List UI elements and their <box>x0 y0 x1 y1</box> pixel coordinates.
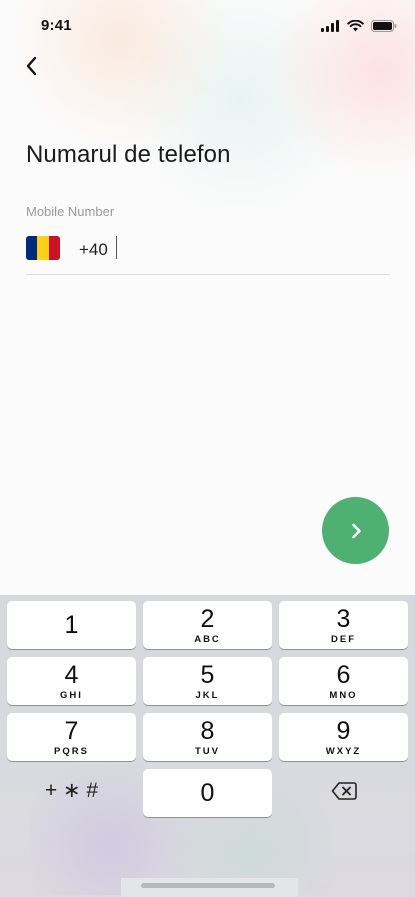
battery-icon <box>371 20 397 32</box>
symbols-key[interactable]: + ∗ # <box>7 767 136 815</box>
country-code: +40 <box>79 240 108 259</box>
chevron-left-icon <box>26 56 37 76</box>
key-1[interactable]: 1 <box>7 601 136 649</box>
text-cursor <box>116 236 117 259</box>
key-1-digit: 1 <box>64 611 79 639</box>
status-time: 9:41 <box>41 17 72 34</box>
key-8-digit: 8 <box>200 717 215 745</box>
flag-stripe-red <box>48 236 60 260</box>
page-title: Numarul de telefon <box>26 141 231 168</box>
key-3[interactable]: 3 DEF <box>279 601 408 649</box>
next-button[interactable] <box>322 497 389 564</box>
key-0-digit: 0 <box>200 779 215 807</box>
signal-icon <box>321 20 339 32</box>
key-5-digit: 5 <box>200 661 215 689</box>
key-8-letters: TUV <box>195 746 220 757</box>
key-7-letters: PQRS <box>54 746 89 757</box>
key-6-digit: 6 <box>336 661 351 689</box>
home-indicator[interactable] <box>141 883 275 888</box>
phone-number-row: +40 <box>26 232 390 274</box>
key-2-digit: 2 <box>200 605 215 633</box>
key-7-digit: 7 <box>64 717 79 745</box>
status-bar: 9:41 <box>0 0 415 50</box>
key-2-letters: ABC <box>194 634 221 645</box>
key-4-digit: 4 <box>64 661 79 689</box>
phone-number-input[interactable] <box>121 234 385 264</box>
key-9-letters: WXYZ <box>325 746 362 757</box>
key-4-letters: GHI <box>60 690 83 701</box>
key-3-digit: 3 <box>336 605 351 633</box>
delete-key[interactable] <box>279 767 408 815</box>
key-9[interactable]: 9 WXYZ <box>279 713 408 761</box>
status-icons <box>321 20 397 32</box>
flag-stripe-blue <box>26 236 38 260</box>
key-5-letters: JKL <box>195 690 220 701</box>
key-5[interactable]: 5 JKL <box>143 657 272 705</box>
key-2[interactable]: 2 ABC <box>143 601 272 649</box>
key-9-digit: 9 <box>336 717 351 745</box>
key-6-letters: MNO <box>329 690 358 701</box>
wifi-icon <box>347 20 364 32</box>
flag-stripe-yellow <box>37 236 49 260</box>
key-0[interactable]: 0 <box>143 769 272 817</box>
key-3-letters: DEF <box>331 634 356 645</box>
chevron-right-icon <box>351 523 361 538</box>
key-8[interactable]: 8 TUV <box>143 713 272 761</box>
key-7[interactable]: 7 PQRS <box>7 713 136 761</box>
country-flag-button[interactable] <box>26 236 60 260</box>
key-6[interactable]: 6 MNO <box>279 657 408 705</box>
mobile-number-label: Mobile Number <box>26 204 115 219</box>
input-underline <box>26 274 390 275</box>
numeric-keypad: 1 2 ABC 3 DEF 4 GHI 5 JKL 6 MNO 7 PQRS 8… <box>0 595 415 897</box>
backspace-icon <box>331 782 357 800</box>
back-button[interactable] <box>20 52 46 80</box>
key-4[interactable]: 4 GHI <box>7 657 136 705</box>
